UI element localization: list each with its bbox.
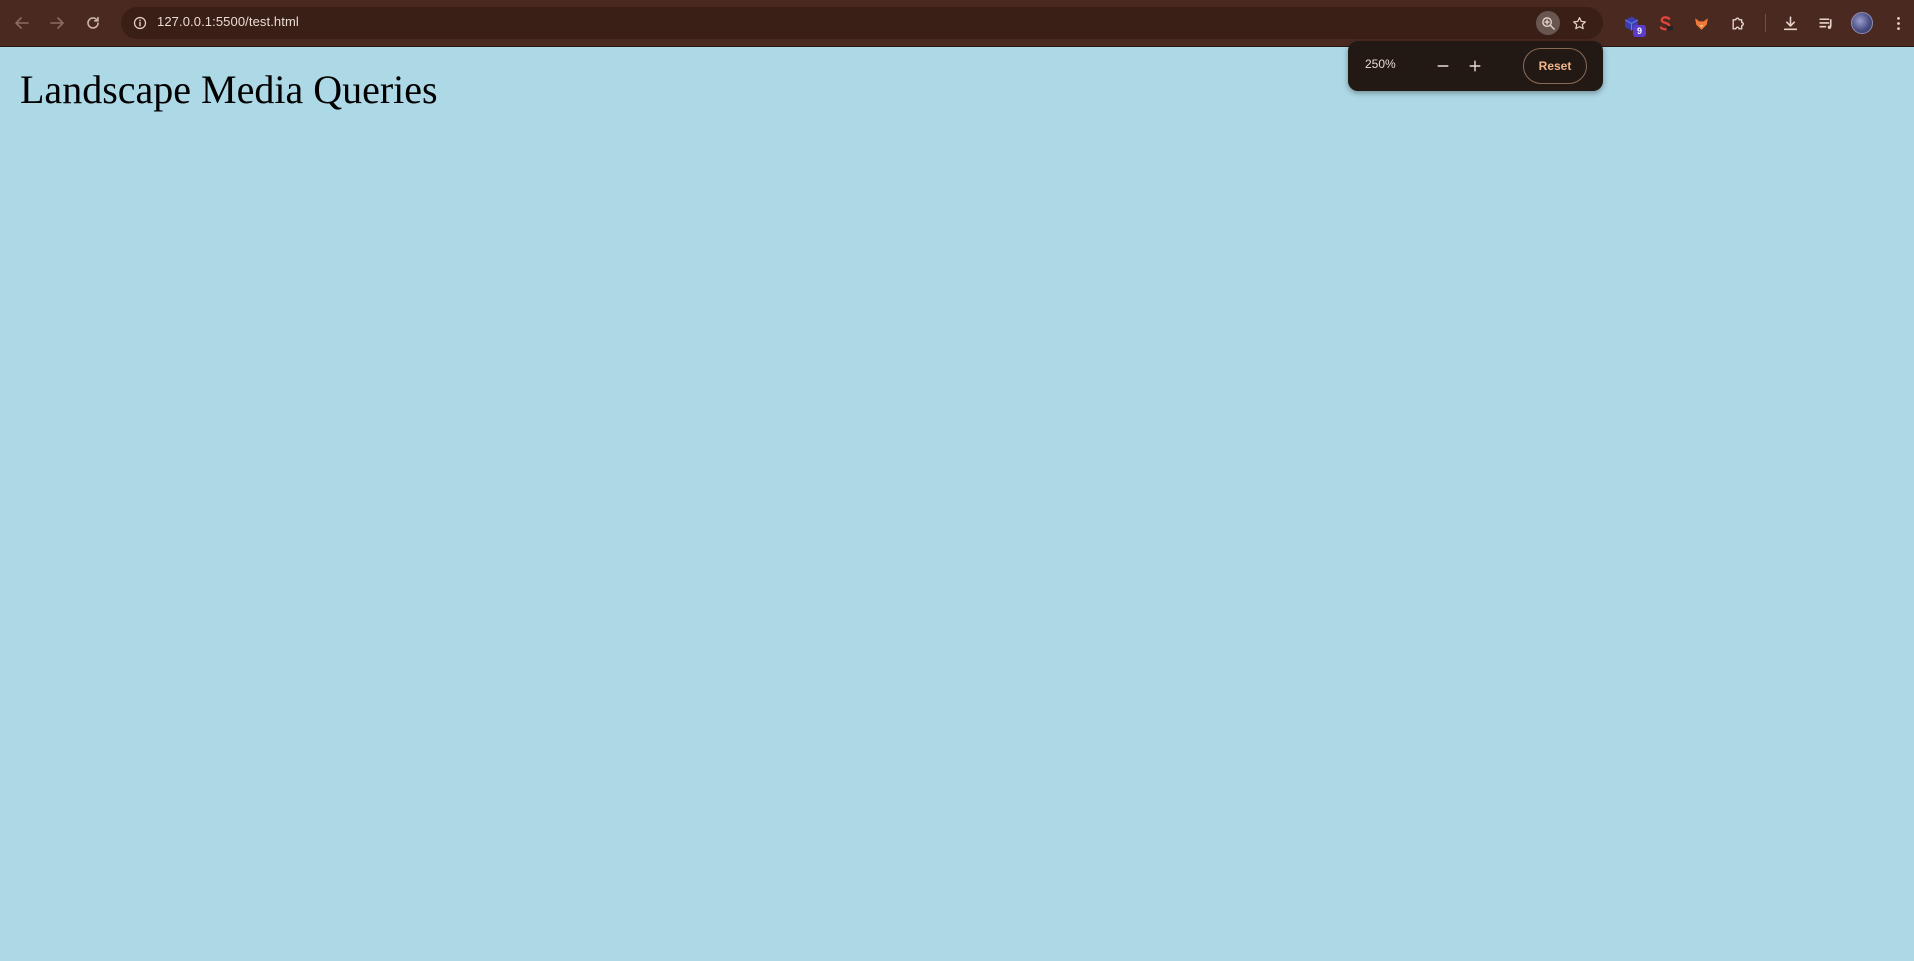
- info-icon: [133, 16, 147, 30]
- zoom-out-button[interactable]: [1431, 54, 1455, 78]
- s-extension-icon: [1659, 15, 1673, 30]
- url-text[interactable]: 127.0.0.1:5500/test.html: [157, 14, 299, 29]
- download-icon: [1783, 15, 1797, 30]
- fox-extension-icon: [1694, 17, 1708, 30]
- zoom-level-text: 250%: [1365, 57, 1396, 71]
- zoom-in-button[interactable]: [1463, 54, 1487, 78]
- address-bar[interactable]: 127.0.0.1:5500/test.html: [121, 7, 1603, 39]
- page-content: Landscape Media Queries: [0, 47, 1914, 961]
- extensions-menu-button[interactable]: [1726, 11, 1750, 35]
- profile-avatar[interactable]: [1851, 12, 1873, 34]
- arrow-right-icon: [50, 17, 64, 29]
- more-vertical-icon: [1896, 16, 1900, 30]
- extension-cube-button[interactable]: 9: [1619, 11, 1646, 37]
- browser-menu-button[interactable]: [1886, 11, 1910, 35]
- zoom-popup: 250% Reset: [1348, 41, 1603, 91]
- back-button[interactable]: [7, 8, 37, 38]
- zoom-in-icon: [1541, 16, 1555, 30]
- downloads-button[interactable]: [1778, 11, 1802, 35]
- forward-button[interactable]: [42, 8, 72, 38]
- browser-toolbar: 127.0.0.1:5500/test.html 9: [0, 0, 1914, 47]
- plus-icon: [1469, 60, 1481, 72]
- bookmark-button[interactable]: [1567, 11, 1591, 35]
- arrow-left-icon: [15, 17, 29, 29]
- media-controls-button[interactable]: [1814, 11, 1838, 35]
- site-info-button[interactable]: [129, 12, 151, 34]
- reload-icon: [87, 16, 99, 29]
- zoom-reset-button[interactable]: Reset: [1523, 48, 1587, 84]
- toolbar-divider: [1765, 14, 1766, 32]
- zoom-indicator-button[interactable]: [1536, 11, 1560, 35]
- puzzle-icon: [1731, 17, 1744, 30]
- reload-button[interactable]: [78, 8, 108, 38]
- minus-icon: [1437, 65, 1449, 67]
- page-title: Landscape Media Queries: [20, 67, 438, 112]
- extension-fox-button[interactable]: [1689, 11, 1713, 35]
- star-icon: [1572, 16, 1586, 29]
- extension-s-button[interactable]: [1653, 11, 1677, 35]
- extension-badge: 9: [1633, 25, 1646, 37]
- queue-music-icon: [1818, 17, 1832, 29]
